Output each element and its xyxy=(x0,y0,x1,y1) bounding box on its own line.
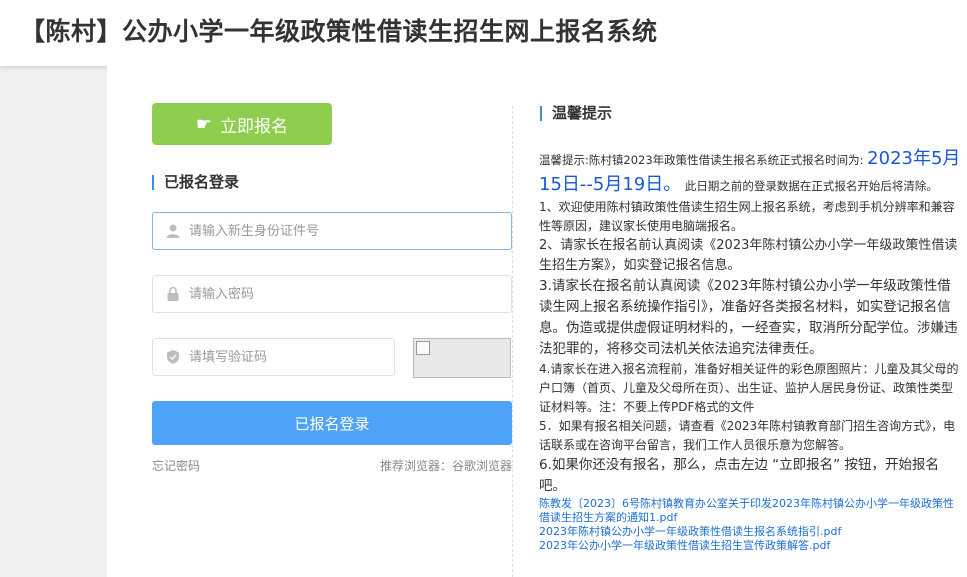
browser-recommendation: 推荐浏览器：谷歌浏览器 xyxy=(379,459,512,473)
forgot-password-link[interactable]: 忘记密码 xyxy=(152,457,200,474)
user-icon xyxy=(166,224,180,238)
broken-image-icon xyxy=(416,341,430,355)
doc-link-faq[interactable]: 2023年公办小学一年级政策性借读生招生宣传政策解答.pdf xyxy=(539,539,964,553)
document-links: 陈教发〔2023〕6号陈村镇教育办公室关于印发2023年陈村镇公办小学一年级政策… xyxy=(539,497,964,553)
page-title: 【陈村】公办小学一年级政策性借读生招生网上报名系统 xyxy=(20,17,658,46)
notice-intro-suffix: 此日期之前的登录数据在正式报名开始后将清除。 xyxy=(684,179,938,193)
notice-title: 温馨提示 xyxy=(540,106,612,121)
register-now-label: 立即报名 xyxy=(220,116,289,137)
captcha-input[interactable] xyxy=(189,339,384,375)
doc-link-guide[interactable]: 2023年陈村镇公办小学一年级政策性借读生报名系统指引.pdf xyxy=(539,525,964,539)
notice-item: 2、请家长在报名前认真阅读《2023年陈村镇公办小学一年级政策性借读生招生方案》… xyxy=(539,238,958,273)
id-number-input[interactable] xyxy=(189,213,501,249)
notice-item: 6.如果你还没有报名，那么，点击左边 “立即报名” 按钮，开始报名吧。 xyxy=(539,457,939,494)
notice-intro: 温馨提示:陈村镇2023年政策性借读生报名系统正式报名时间为: 2023年5月1… xyxy=(539,146,964,198)
shield-icon xyxy=(167,350,179,364)
pointing-hand-icon: ☛ xyxy=(195,113,213,135)
notice-item: 3.请家长在报名前认真阅读《2023年陈村镇公办小学一年级政策性借读生网上报名系… xyxy=(539,278,958,357)
password-field[interactable] xyxy=(152,275,512,313)
captcha-image[interactable] xyxy=(413,338,511,378)
register-now-button[interactable]: ☛ 立即报名 xyxy=(152,103,332,145)
page-header: 【陈村】公办小学一年级政策性借读生招生网上报名系统 xyxy=(0,0,967,66)
doc-link-plan[interactable]: 陈教发〔2023〕6号陈村镇教育办公室关于印发2023年陈村镇公办小学一年级政策… xyxy=(539,497,964,525)
notice-item: 5．如果有报名相关问题，请查看《2023年陈村镇教育部门招生咨询方式》，电话联系… xyxy=(539,419,956,452)
notice-item: 4.请家长在进入报名流程前，准备好相关证件的彩色原图照片：儿童及其父母的户口簿（… xyxy=(539,362,959,414)
captcha-field[interactable] xyxy=(152,338,395,376)
login-button[interactable]: 已报名登录 xyxy=(152,401,512,445)
notice-item: 1、欢迎使用陈村镇政策性借读生招生网上报名系统，考虑到手机分辨率和兼容性等原因，… xyxy=(539,200,955,233)
lock-icon xyxy=(167,286,179,301)
login-section-title: 已报名登录 xyxy=(152,175,239,190)
id-number-field[interactable] xyxy=(152,212,512,250)
column-divider xyxy=(512,106,513,577)
password-input[interactable] xyxy=(189,276,501,312)
notice-intro-prefix: 温馨提示:陈村镇2023年政策性借读生报名系统正式报名时间为: xyxy=(539,153,864,167)
notice-content: 温馨提示:陈村镇2023年政策性借读生报名系统正式报名时间为: 2023年5月1… xyxy=(539,146,964,553)
